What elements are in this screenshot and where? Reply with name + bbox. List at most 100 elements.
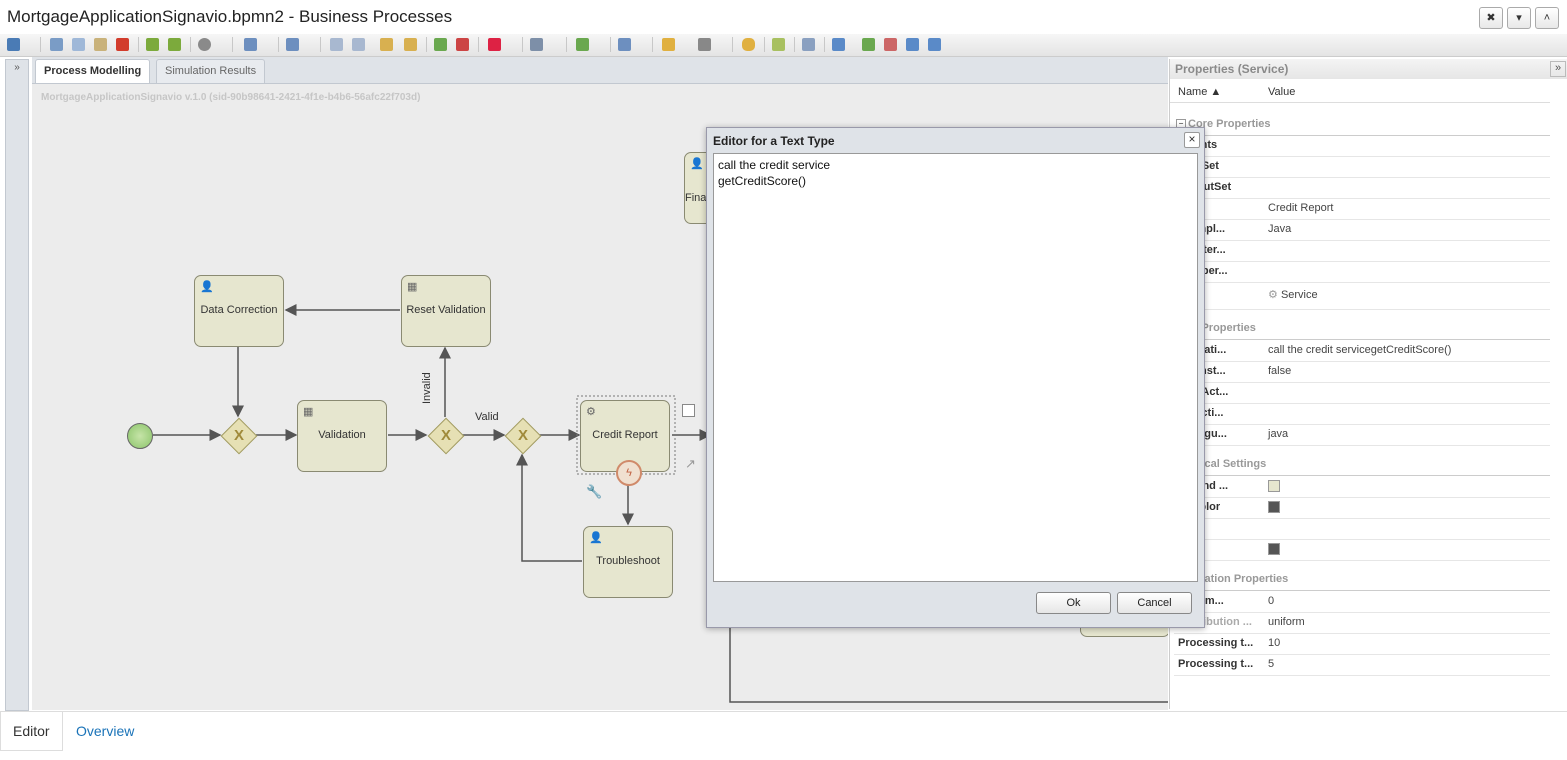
task-data-correction[interactable]: 👤 Data Correction: [194, 275, 284, 347]
properties-column-header: Name ▲ Value: [1170, 82, 1550, 103]
column-value: Value: [1268, 86, 1296, 98]
property-row[interactable]: ground ...: [1174, 476, 1550, 498]
window-titlebar: MortgageApplicationSignavio.bpmn2 - Busi…: [0, 0, 1567, 35]
zoom-out-icon[interactable]: [884, 38, 897, 51]
database-icon[interactable]: [742, 38, 755, 51]
shape-menu-task-icon[interactable]: [682, 404, 695, 417]
fullscreen-icon[interactable]: [928, 38, 941, 51]
property-row[interactable]: xit Acti...: [1174, 403, 1550, 425]
editor-toolbar: [0, 34, 1567, 57]
tab-simulation-results[interactable]: Simulation Results: [156, 59, 266, 83]
tab-overview[interactable]: Overview: [64, 712, 146, 750]
color-swatch: [1268, 501, 1280, 513]
cut-icon[interactable]: [50, 38, 63, 51]
edit-icon[interactable]: [772, 38, 785, 51]
shape-menu-icon[interactable]: [488, 38, 501, 51]
close-icon[interactable]: ×: [1184, 132, 1200, 148]
property-row[interactable]: t Langu...java: [1174, 424, 1550, 446]
collapse-panel-icon[interactable]: »: [1550, 61, 1566, 77]
business-rule-icon: ▦: [407, 281, 418, 293]
property-row[interactable]: Distribution ... uniform: [1174, 612, 1550, 634]
text-editor-area[interactable]: [713, 153, 1198, 582]
section-simulation-properties[interactable]: nulation Properties: [1174, 568, 1550, 591]
error-boundary-event[interactable]: ϟ: [616, 460, 642, 486]
delete-icon[interactable]: [116, 38, 129, 51]
user-icon: 👤: [200, 281, 214, 293]
property-row[interactable]: Processing t... 5: [1174, 654, 1550, 676]
align-icon[interactable]: [286, 38, 299, 51]
paste-icon[interactable]: [94, 38, 107, 51]
copy-icon[interactable]: [72, 38, 85, 51]
property-row[interactable]: mentati...call the credit servicegetCred…: [1174, 340, 1550, 362]
shape-menu-connector-icon[interactable]: ↗: [685, 456, 696, 472]
user-icon: 👤: [690, 158, 704, 170]
service-gear-icon: ⚙: [586, 406, 596, 418]
simulate-icon[interactable]: [698, 38, 711, 51]
save-icon[interactable]: [7, 38, 20, 51]
undo-icon[interactable]: [146, 38, 159, 51]
editor-tabs: Process Modelling Simulation Results: [32, 57, 1168, 84]
property-row[interactable]: er Color: [1174, 497, 1550, 519]
property-row[interactable]: nputSet: [1174, 156, 1550, 178]
tab-editor[interactable]: Editor: [0, 712, 63, 751]
property-row[interactable]: ce Inter...: [1174, 240, 1550, 262]
business-rule-icon: ▦: [303, 406, 314, 418]
task-validation[interactable]: ▦ Validation: [297, 400, 387, 472]
validate-icon[interactable]: [618, 38, 631, 51]
property-row[interactable]: per tim...0: [1174, 591, 1550, 613]
ungroup-icon[interactable]: [352, 38, 365, 51]
expand-icon[interactable]: »: [6, 62, 28, 73]
ok-button[interactable]: Ok: [1036, 592, 1111, 614]
properties-title: Properties (Service): [1170, 59, 1567, 79]
tab-process-modelling[interactable]: Process Modelling: [35, 59, 151, 83]
cancel-button[interactable]: Cancel: [1117, 592, 1192, 614]
properties-panel: Properties (Service) » Name ▲ Value Core…: [1169, 59, 1567, 709]
property-row[interactable]: Size: [1174, 518, 1550, 540]
section-graphical-settings[interactable]: phical Settings: [1174, 453, 1550, 476]
property-row[interactable]: ce Oper...: [1174, 261, 1550, 283]
remove-dock-icon[interactable]: [456, 38, 469, 51]
edge-label-invalid: Invalid: [421, 372, 433, 404]
property-row[interactable]: ce Impl...Java: [1174, 219, 1550, 241]
column-name[interactable]: Name ▲: [1178, 86, 1221, 98]
property-row[interactable]: ntry Act...: [1174, 382, 1550, 404]
zoom-icon[interactable]: [244, 38, 257, 51]
property-row[interactable]: nments: [1174, 135, 1550, 157]
flow-troubleshoot-to-gw3: [516, 453, 582, 562]
task-reset-validation[interactable]: ▦ Reset Validation: [401, 275, 491, 347]
warning-icon[interactable]: [662, 38, 675, 51]
dropdown-icon[interactable]: ▾: [1507, 7, 1531, 29]
wrench-icon[interactable]: 🔧: [586, 484, 602, 500]
lock-icon[interactable]: [380, 38, 393, 51]
property-row[interactable]: eCredit Report: [1174, 198, 1550, 220]
dialog-title: Editor for a Text Type: [713, 134, 835, 148]
section-extra-properties[interactable]: ra Properties: [1174, 317, 1550, 340]
property-row[interactable]: Processing t... 10: [1174, 633, 1550, 655]
image-icon[interactable]: [832, 38, 845, 51]
service-gear-icon: ⚙: [1268, 289, 1278, 301]
start-event[interactable]: [127, 423, 153, 449]
collapse-icon[interactable]: ˄: [1535, 7, 1559, 29]
task-troubleshoot[interactable]: 👤 Troubleshoot: [583, 526, 673, 598]
property-row[interactable]: Type⚙ Service: [1174, 282, 1550, 310]
history-icon[interactable]: [198, 38, 211, 51]
unlock-icon[interactable]: [404, 38, 417, 51]
layout-icon[interactable]: [530, 38, 543, 51]
group-icon[interactable]: [330, 38, 343, 51]
add-dock-icon[interactable]: [434, 38, 447, 51]
property-row[interactable]: color: [1174, 539, 1550, 561]
left-panel-collapsed[interactable]: »: [5, 59, 29, 711]
close-icon[interactable]: ✖: [1479, 7, 1503, 29]
property-row[interactable]: ble Inst...false: [1174, 361, 1550, 383]
zoom-fit-icon[interactable]: [906, 38, 919, 51]
window-title: MortgageApplicationSignavio.bpmn2 - Busi…: [7, 7, 453, 26]
color-swatch: [1268, 543, 1280, 555]
move-icon[interactable]: [802, 38, 815, 51]
section-core-properties[interactable]: Core Properties −: [1174, 113, 1550, 136]
export-icon[interactable]: [576, 38, 589, 51]
text-editor-dialog: Editor for a Text Type × Ok Cancel: [706, 127, 1205, 628]
property-row[interactable]: OutputSet: [1174, 177, 1550, 199]
bottom-tabs: Editor Overview: [0, 711, 1567, 760]
zoom-in-icon[interactable]: [862, 38, 875, 51]
redo-icon[interactable]: [168, 38, 181, 51]
